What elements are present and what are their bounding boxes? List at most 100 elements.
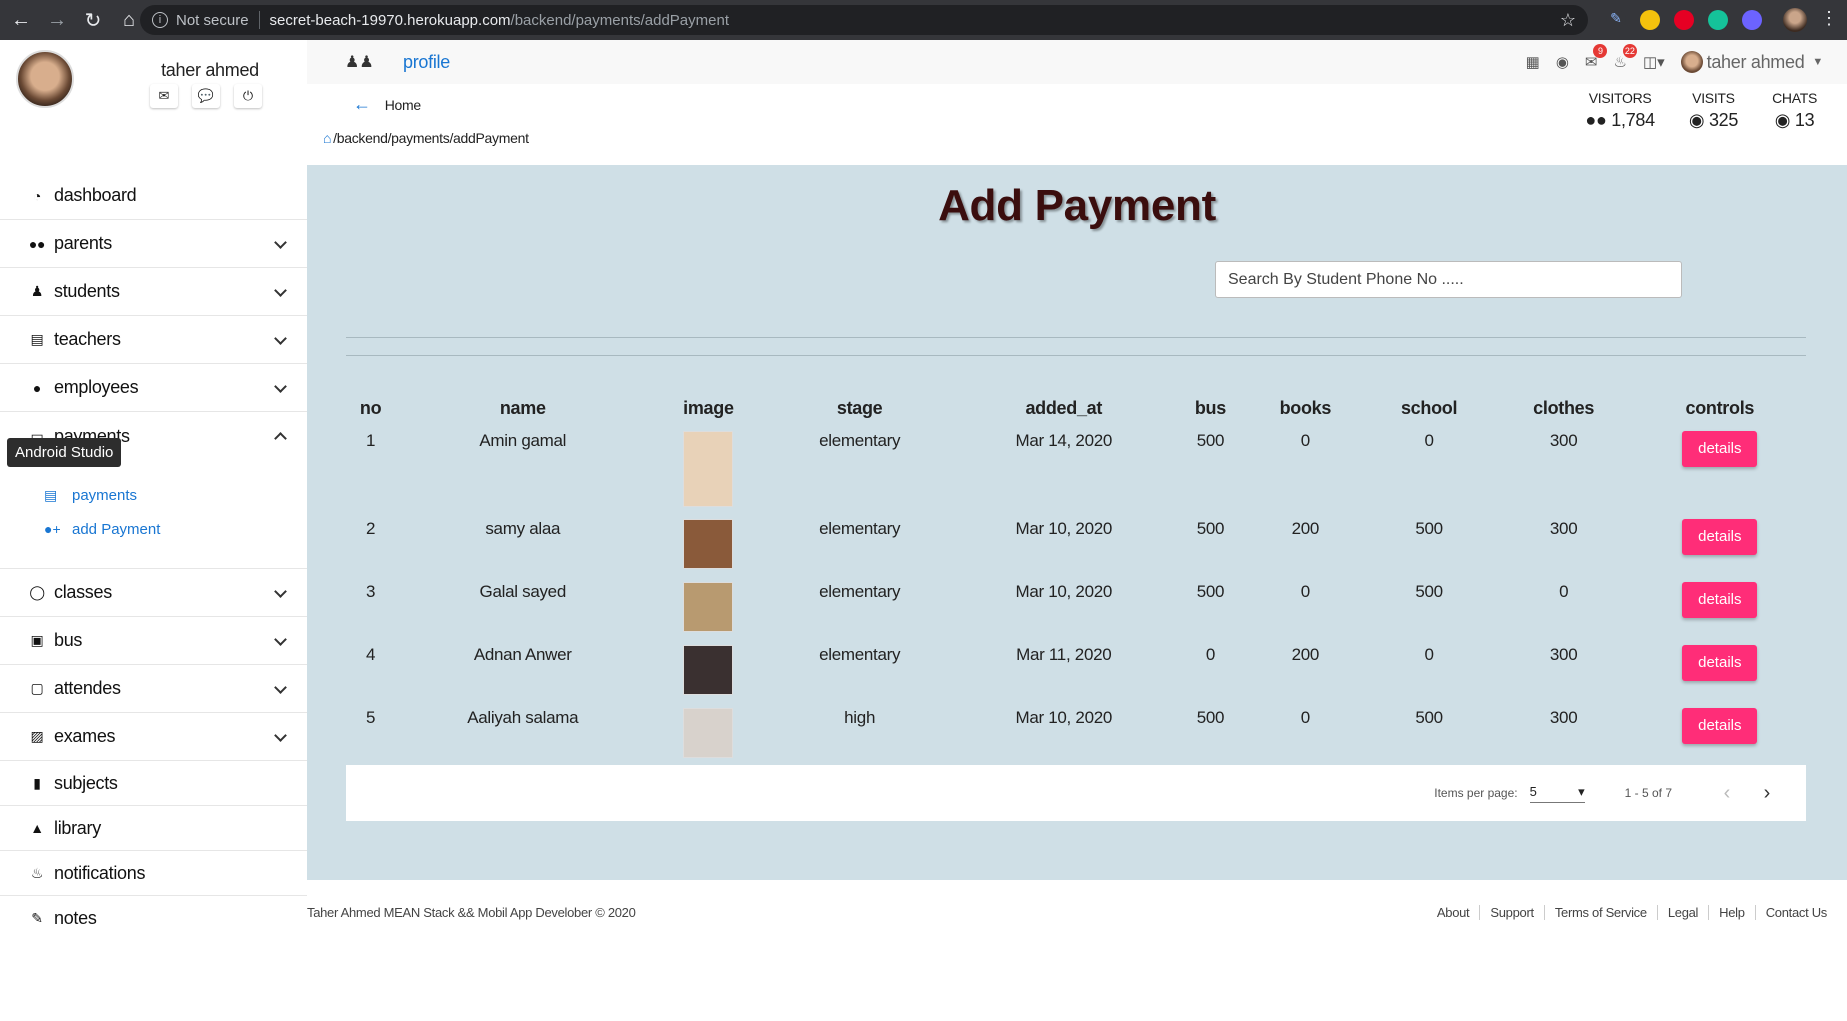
cell-controls: details — [1634, 513, 1806, 576]
sidebar-item-bus[interactable]: ▣ bus — [0, 617, 307, 665]
browser-menu-icon[interactable]: ⋮ — [1820, 8, 1838, 29]
footer-link-about[interactable]: About — [1427, 905, 1479, 920]
cell-image — [650, 576, 766, 639]
chevron-right-icon[interactable]: › — [1752, 782, 1782, 805]
table-row: 2 samy alaa elementary Mar 10, 2020 500 … — [346, 513, 1806, 576]
profile-link[interactable]: profile — [403, 52, 450, 73]
sidebar-item-library[interactable]: ▲ library — [0, 806, 307, 851]
details-button[interactable]: details — [1682, 582, 1758, 618]
users-icon: ●● — [1585, 110, 1612, 130]
cell-no: 3 — [365, 582, 376, 601]
items-per-page-select[interactable]: 5 ▾ — [1529, 783, 1585, 803]
submenu-item-add-payment[interactable]: ●+ add Payment — [44, 512, 307, 546]
sidebar-item-label: subjects — [54, 772, 118, 793]
forward-icon[interactable]: → — [42, 5, 72, 35]
reload-icon[interactable]: ↻ — [78, 5, 108, 35]
extension-grammarly-icon[interactable] — [1708, 10, 1728, 30]
student-photo — [683, 708, 734, 758]
cell-books: 0 — [1300, 431, 1310, 450]
globe-icon: ◉ — [1688, 110, 1709, 130]
mail-badge: 9 — [1593, 44, 1608, 58]
extension-yellow-icon[interactable] — [1640, 10, 1660, 30]
sidebar-item-notifications[interactable]: ♨ notifications — [0, 851, 307, 896]
details-button[interactable]: details — [1682, 431, 1758, 467]
envelope-icon[interactable]: ✉ — [150, 84, 178, 108]
browser-toolbar: ← → ↻ ⌂ i Not secure secret-beach-19970.… — [0, 0, 1847, 40]
home-icon[interactable]: ⌂ — [323, 130, 331, 146]
submenu-item-payments[interactable]: ▤ payments — [44, 478, 307, 512]
details-button[interactable]: details — [1682, 519, 1758, 555]
sidebar-item-dashboard[interactable]: ◔ dashboard — [0, 172, 307, 220]
stat-visits: VISITS ◉ 325 — [1688, 90, 1739, 131]
footer-link-support[interactable]: Support — [1479, 905, 1543, 920]
chevron-down-icon — [274, 284, 287, 297]
footer-link-contact[interactable]: Contact Us — [1754, 905, 1837, 920]
cell-stage: high — [844, 708, 876, 727]
chevron-left-icon[interactable]: ‹ — [1712, 782, 1742, 805]
cell-school: 0 — [1424, 645, 1434, 664]
sidebar-item-label: notes — [54, 908, 97, 928]
envelope-icon[interactable]: ✉ 9 — [1585, 44, 1608, 71]
sidebar-item-teachers[interactable]: ▤ teachers — [0, 316, 307, 364]
cell-bus: 500 — [1196, 431, 1225, 450]
cell-clothes: 300 — [1549, 645, 1578, 664]
sidebar-item-attendes[interactable]: ▢ attendes — [0, 665, 307, 713]
footer: Taher Ahmed MEAN Stack && Mobil App Deve… — [307, 880, 1847, 940]
sidebar-item-employees[interactable]: ● employees — [0, 364, 307, 412]
footer-link-help[interactable]: Help — [1708, 905, 1755, 920]
footer-link-legal[interactable]: Legal — [1656, 905, 1708, 920]
sidebar-item-subjects[interactable]: ▮ subjects — [0, 761, 307, 806]
back-icon[interactable]: ← — [6, 5, 36, 35]
info-icon[interactable]: i — [152, 12, 168, 28]
sidebar-item-exames[interactable]: ▨ exames — [0, 713, 307, 761]
page-range: 1 - 5 of 7 — [1624, 786, 1672, 800]
home-link[interactable]: ← Home — [353, 94, 421, 115]
child-icon: ♟ — [30, 283, 44, 299]
page-title: Add Payment — [938, 181, 1216, 230]
dashboard-icon: ◔ — [32, 187, 42, 204]
browser-profile-avatar[interactable] — [1783, 8, 1807, 32]
cell-image — [650, 425, 766, 513]
stat-chats: CHATS ◉ 13 — [1772, 90, 1817, 131]
comments-icon[interactable]: ◉ — [1556, 53, 1569, 71]
divider — [346, 355, 1806, 356]
avatar[interactable] — [16, 50, 74, 108]
sidebar-item-students[interactable]: ♟ students — [0, 268, 307, 316]
cell-controls: details — [1634, 576, 1806, 639]
cell-name: samy alaa — [485, 519, 561, 538]
extension-check-icon[interactable] — [1742, 10, 1762, 30]
cell-books: 0 — [1300, 708, 1310, 727]
people-icon[interactable]: ♟♟ — [345, 52, 374, 72]
sidebar-item-label: dashboard — [54, 185, 137, 205]
user-menu[interactable]: taher ahmed ▼ — [1680, 51, 1823, 73]
arrow-left-icon: ← — [353, 94, 371, 114]
details-button[interactable]: details — [1682, 708, 1758, 744]
power-icon[interactable]: ⏻ — [234, 84, 262, 108]
sidebar-item-classes[interactable]: ◯ classes — [0, 569, 307, 617]
comments-icon[interactable]: 💬 — [192, 84, 220, 108]
sidebar-item-notes[interactable]: ✎ notes — [0, 896, 307, 941]
details-button[interactable]: details — [1682, 645, 1758, 681]
breadcrumb: ⌂ /backend/payments/addPayment — [323, 130, 529, 146]
stat-label: VISITORS — [1588, 90, 1652, 106]
cell-name: Amin gamal — [479, 431, 567, 450]
language-icon[interactable]: ◫▾ — [1643, 53, 1665, 71]
items-per-page-value: 5 — [1529, 783, 1537, 799]
calendar-icon[interactable]: ▦ — [1526, 53, 1540, 71]
bus-icon: ▣ — [30, 632, 44, 648]
chalkboard-icon: ▤ — [44, 486, 58, 503]
bell-icon[interactable]: ♨ 22 — [1613, 44, 1637, 71]
search-input[interactable] — [1215, 261, 1682, 298]
extension-pen-icon[interactable]: ✎ — [1606, 10, 1626, 30]
table-row: 3 Galal sayed elementary Mar 10, 2020 50… — [346, 576, 1806, 639]
user-name: taher ahmed — [1706, 51, 1805, 72]
cell-added-at: Mar 10, 2020 — [1015, 519, 1113, 538]
cell-bus: 500 — [1196, 519, 1225, 538]
extension-pinterest-icon[interactable] — [1674, 10, 1694, 30]
caret-down-icon: ▼ — [1812, 56, 1823, 68]
sidebar-item-parents[interactable]: ●● parents — [0, 220, 307, 268]
address-bar[interactable]: i Not secure secret-beach-19970.herokuap… — [140, 5, 1588, 35]
payments-table: no name image stage added_at bus books s… — [346, 385, 1806, 765]
bookmark-star-icon[interactable]: ☆ — [1560, 10, 1576, 31]
footer-link-terms[interactable]: Terms of Service — [1543, 905, 1657, 920]
